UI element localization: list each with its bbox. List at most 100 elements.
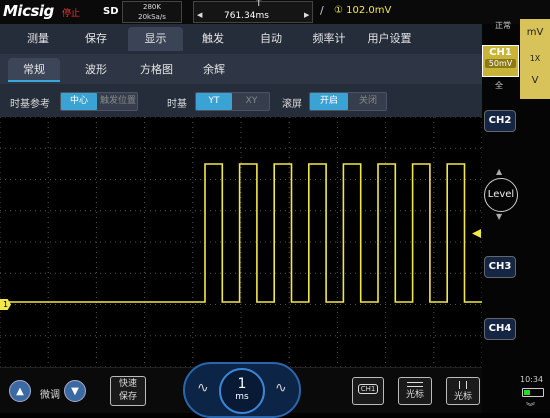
grid-dot (100, 147, 101, 149)
timebase-mode-toggle[interactable]: YT XY (195, 92, 270, 111)
grid-dot (280, 179, 281, 180)
subtab-persistence[interactable]: 余辉 (194, 58, 234, 82)
right-arrow-icon[interactable]: ▶ (304, 11, 309, 19)
grid-dot (375, 117, 376, 118)
trigger-info[interactable]: / ① 102.0mV (318, 1, 478, 23)
grid-dot (445, 304, 446, 305)
grid-dot (155, 241, 156, 243)
grid-dot (315, 272, 316, 274)
grid-dot (215, 335, 216, 337)
timebase-decrease-icon[interactable]: ∿ (197, 380, 209, 396)
time-ref-trigger[interactable]: 触发位置 (98, 93, 138, 110)
tab-save[interactable]: 保存 (76, 27, 116, 51)
grid-dot (440, 304, 441, 305)
acq-mode[interactable]: 正常 (495, 20, 511, 31)
unit-mv-button[interactable]: mV (520, 27, 550, 38)
grid-dot (47, 252, 49, 253)
roll-on[interactable]: 开启 (310, 93, 348, 110)
grid-dot (47, 327, 49, 328)
grid-dot (165, 147, 166, 149)
grid-dot (144, 347, 146, 348)
grid-dot (400, 304, 401, 305)
timebase-xy[interactable]: XY (233, 93, 270, 110)
left-arrow-icon[interactable]: ◀ (197, 11, 202, 19)
grid-dot (320, 304, 321, 305)
ch4-button[interactable]: CH4 (484, 318, 516, 340)
grid-dot (0, 187, 1, 188)
time-ref-toggle[interactable]: 中心 触发位置 (60, 92, 138, 111)
grid-dot (155, 147, 156, 149)
grid-dot (240, 347, 242, 348)
grid-dot (265, 335, 266, 337)
grid-dot (115, 117, 116, 118)
tab-auto[interactable]: 自动 (251, 27, 291, 51)
grid-dot (75, 272, 76, 274)
time-ref-center[interactable]: 中心 (61, 93, 97, 110)
grid-dot (385, 117, 386, 118)
tab-frequency-counter[interactable]: 频率计 (304, 27, 354, 51)
fine-down-button[interactable]: ▼ (64, 380, 86, 402)
grid-dot (375, 241, 376, 243)
probe-ratio[interactable]: 1X (520, 54, 550, 63)
timebase-yt[interactable]: YT (196, 93, 232, 110)
grid-dot (5, 210, 6, 212)
grid-dot (275, 335, 276, 337)
grid-dot (290, 117, 291, 118)
level-down-icon[interactable]: ▼ (496, 212, 502, 221)
grid-dot (192, 177, 194, 178)
grid-dot (395, 147, 396, 149)
tab-user-settings[interactable]: 用户设置 (362, 27, 417, 51)
grid-dot (385, 157, 387, 158)
grid-dot (465, 304, 466, 305)
timebase-value[interactable]: 1 ms (219, 368, 265, 414)
grid-dot (240, 282, 242, 283)
level-knob[interactable]: Level (484, 178, 518, 212)
grid-dot (80, 117, 81, 118)
tab-measure[interactable]: 测量 (18, 27, 58, 51)
vertical-cursor-button[interactable]: 光标 (446, 377, 480, 405)
tab-trigger[interactable]: 触发 (193, 27, 233, 51)
ch1-scale-box[interactable]: CH1 50mV (482, 45, 519, 77)
timebase-increase-icon[interactable]: ∿ (275, 380, 287, 396)
run-state[interactable]: 停止 (62, 6, 80, 19)
grid-dot (275, 147, 276, 149)
grid-dot (355, 147, 356, 149)
roll-toggle[interactable]: 开启 关闭 (309, 92, 387, 111)
grid-dot (45, 117, 46, 118)
horizontal-cursor-button[interactable]: 光标 (398, 377, 432, 405)
timebase-offset-box[interactable]: T ◀ 761.34ms ▶ (193, 0, 313, 23)
level-up-icon[interactable]: ▲ (496, 167, 502, 176)
acquisition-info[interactable]: 280K 20kSa/s (122, 1, 182, 23)
grid-dot (115, 272, 116, 274)
grid-dot (410, 117, 411, 118)
grid-dot (144, 267, 146, 268)
grid-dot (95, 272, 96, 274)
waveform-display[interactable] (0, 117, 482, 367)
grid-dot (190, 304, 191, 305)
grid-dot (288, 272, 290, 273)
ch1-select-button[interactable]: CH1 (352, 377, 384, 405)
grid-dot (350, 117, 351, 118)
ch2-button[interactable]: CH2 (484, 110, 516, 132)
grid-dot (455, 179, 456, 180)
grid-dot (95, 337, 97, 338)
grid-dot (285, 147, 286, 149)
grid-dot (165, 335, 166, 337)
unit-v-button[interactable]: V (520, 75, 550, 86)
quick-save-button[interactable]: 快速 保存 (110, 376, 146, 406)
subtab-general[interactable]: 常规 (8, 58, 60, 82)
tab-display[interactable]: 显示 (128, 27, 183, 51)
fine-up-button[interactable]: ▲ (9, 380, 31, 402)
subtab-waveform[interactable]: 波形 (76, 58, 116, 82)
grid-dot (145, 179, 146, 180)
chevron-down-icon[interactable]: ︾ (526, 400, 535, 413)
subtab-graticule[interactable]: 方格图 (134, 58, 179, 82)
grid-dot (288, 137, 290, 138)
grid-dot (95, 117, 97, 118)
grid-dot (360, 335, 361, 337)
grid-dot (240, 317, 242, 318)
ch3-button[interactable]: CH3 (484, 256, 516, 278)
roll-off[interactable]: 关闭 (349, 93, 387, 110)
grid-dot (445, 117, 446, 118)
vertical-scale-panel[interactable]: mV 1X V (520, 19, 550, 99)
